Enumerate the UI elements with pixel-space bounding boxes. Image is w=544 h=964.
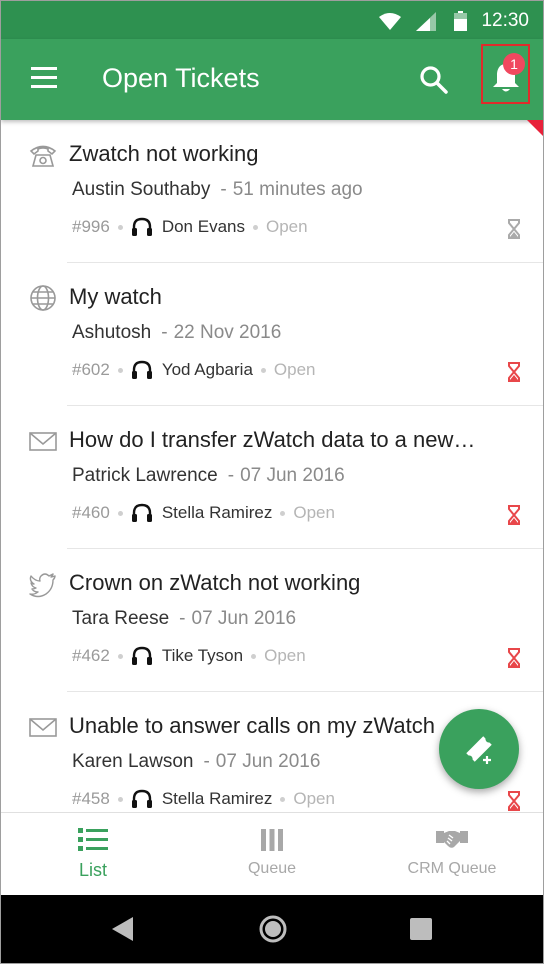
hourglass-icon <box>508 791 520 811</box>
ticket-contact-line: Tara Reese -07 Jun 2016 <box>72 608 297 629</box>
new-ticket-button[interactable] <box>439 709 519 789</box>
headset-icon <box>131 217 152 236</box>
signal-icon <box>416 12 436 31</box>
ticket-status: Open <box>293 789 335 808</box>
agent-name: Stella Ramirez <box>161 789 273 808</box>
agent-name: Don Evans <box>161 217 245 236</box>
headset-icon <box>131 360 152 379</box>
app-bar: Open Tickets 1 <box>1 39 543 120</box>
recents-icon[interactable] <box>410 918 432 940</box>
system-nav-bar <box>1 894 543 963</box>
status-time: 12:30 <box>481 10 529 31</box>
nav-queue[interactable]: Queue <box>182 813 362 895</box>
contact-name: Karen Lawson <box>72 751 194 772</box>
ticket-row[interactable]: How do I transfer zWatch data to a new… … <box>1 406 543 549</box>
list-icon <box>78 828 108 851</box>
ticket-time: 22 Nov 2016 <box>173 322 282 343</box>
home-icon[interactable] <box>259 915 287 943</box>
ticket-time: 07 Jun 2016 <box>191 608 297 629</box>
queue-icon <box>261 829 283 851</box>
nav-label: Queue <box>247 860 297 877</box>
headset-icon <box>131 646 152 665</box>
mail-icon <box>29 432 57 451</box>
contact-name: Ashutosh <box>72 322 152 343</box>
nav-label: CRM Queue <box>407 860 497 877</box>
ticket-status: Open <box>264 646 306 665</box>
twitter-icon <box>29 573 56 598</box>
ticket-number: #602 <box>72 360 110 379</box>
agent-name: Stella Ramirez <box>161 503 273 522</box>
mail-icon <box>29 718 57 737</box>
ticket-status: Open <box>273 360 316 379</box>
notification-badge: 1 <box>503 53 525 75</box>
headset-icon <box>131 503 152 522</box>
hourglass-icon <box>508 648 520 668</box>
ticket-status: Open <box>293 503 335 522</box>
agent-name: Tike Tyson <box>161 646 244 665</box>
ticket-meta: #462 Tike Tyson Open <box>72 646 306 666</box>
nav-label: List <box>78 860 107 880</box>
corner-flag <box>527 120 543 136</box>
headset-icon <box>131 789 152 808</box>
contact-name: Tara Reese <box>72 608 170 629</box>
hourglass-icon <box>508 219 520 239</box>
wifi-icon <box>379 13 401 30</box>
add-ticket-icon <box>466 736 492 765</box>
ticket-meta: #460 Stella Ramirez Open <box>72 503 335 523</box>
page-title: Open Tickets <box>102 63 260 93</box>
ticket-row[interactable]: Crown on zWatch not working Tara Reese -0… <box>1 549 543 692</box>
phone-icon <box>29 145 57 167</box>
ticket-time: 07 Jun 2016 <box>240 465 345 486</box>
notifications-button[interactable]: 1 <box>481 44 530 104</box>
ticket-contact-line: Patrick Lawrence -07 Jun 2016 <box>72 465 345 486</box>
ticket-contact-line: Karen Lawson -07 Jun 2016 <box>72 751 321 772</box>
status-bar: 12:30 <box>1 1 543 39</box>
ticket-status: Open <box>266 217 308 236</box>
ticket-contact-line: Ashutosh -22 Nov 2016 <box>72 322 282 343</box>
app-frame: 12:30 Open Tickets 1 Zwatch not working … <box>0 0 544 964</box>
ticket-row[interactable]: My watch Ashutosh -22 Nov 2016 #602 Yod A… <box>1 263 543 406</box>
ticket-number: #462 <box>72 646 110 665</box>
agent-name: Yod Agbaria <box>161 360 253 379</box>
ticket-time: 07 Jun 2016 <box>215 751 321 772</box>
ticket-contact-line: Austin Southaby -51 minutes ago <box>72 179 363 200</box>
hourglass-icon <box>508 362 520 382</box>
handshake-icon <box>436 831 468 848</box>
menu-icon[interactable] <box>31 67 57 89</box>
ticket-subject: Crown on zWatch not working <box>69 570 361 595</box>
ticket-row[interactable]: Zwatch not working Austin Southaby -51 mi… <box>1 120 543 263</box>
ticket-meta: #602 Yod Agbaria Open <box>72 360 316 380</box>
ticket-subject: Unable to answer calls on my zWatch <box>69 713 435 738</box>
ticket-list: Zwatch not working Austin Southaby -51 mi… <box>1 120 543 812</box>
nav-crm-queue[interactable]: CRM Queue <box>362 813 542 895</box>
ticket-number: #458 <box>72 789 110 808</box>
battery-icon <box>454 11 467 31</box>
ticket-number: #996 <box>72 217 110 236</box>
contact-name: Patrick Lawrence <box>72 465 218 486</box>
ticket-time: 51 minutes ago <box>232 179 363 200</box>
ticket-meta: #458 Stella Ramirez Open <box>72 789 335 809</box>
hourglass-icon <box>508 505 520 525</box>
ticket-subject: My watch <box>69 284 162 309</box>
globe-icon <box>30 285 56 311</box>
ticket-subject: Zwatch not working <box>69 141 259 166</box>
back-icon[interactable] <box>111 916 135 942</box>
nav-list[interactable]: List <box>3 813 183 895</box>
ticket-number: #460 <box>72 503 110 522</box>
ticket-subject: How do I transfer zWatch data to a new… <box>69 427 476 452</box>
bottom-nav: List Queue CRM Queue <box>1 812 543 895</box>
contact-name: Austin Southaby <box>72 179 211 200</box>
search-icon[interactable] <box>419 65 449 95</box>
ticket-meta: #996 Don Evans Open <box>72 217 308 237</box>
